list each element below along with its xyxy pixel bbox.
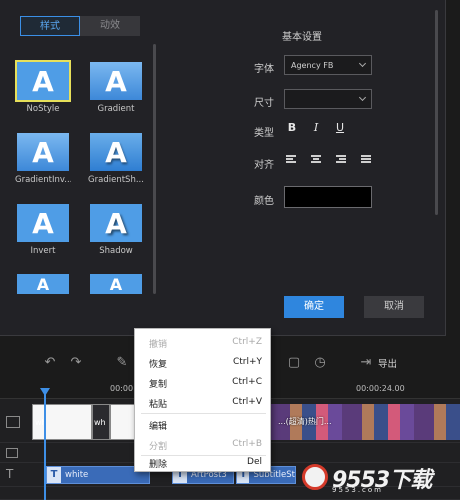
- style-item-gradient[interactable]: A Gradient: [88, 62, 144, 114]
- align-justify-icon[interactable]: [361, 155, 371, 165]
- size-label: 尺寸: [254, 98, 274, 109]
- menu-item-shortcut: Ctrl+Z: [232, 337, 262, 347]
- text-style-dialog: 样式 动效 A NoStyle A Gradient A GradientInv…: [0, 0, 446, 336]
- undo-icon[interactable]: ↶: [42, 355, 58, 371]
- menu-item-label: 复制: [149, 380, 168, 390]
- menu-item-copy[interactable]: 复制 Ctrl+C: [135, 373, 270, 391]
- text-track-icon: T: [6, 467, 14, 481]
- style-tabs: 样式 动效: [20, 16, 140, 36]
- style-item-invert[interactable]: A Invert: [15, 204, 71, 256]
- style-item-partial[interactable]: A: [88, 274, 144, 294]
- color-picker[interactable]: [284, 186, 372, 208]
- align-label: 对齐: [254, 160, 274, 171]
- settings-title: 基本设置: [282, 32, 322, 43]
- menu-item-shortcut: Ctrl+B: [232, 439, 262, 449]
- style-label: Gradient: [97, 104, 135, 114]
- style-label: NoStyle: [26, 104, 60, 114]
- menu-item-label: 粘贴: [149, 400, 168, 410]
- style-item-shadow[interactable]: A Shadow: [88, 204, 144, 256]
- video-clip-label: wh: [94, 418, 106, 427]
- edit-icon[interactable]: ✎: [114, 355, 130, 371]
- menu-item-shortcut: Ctrl+C: [232, 377, 262, 387]
- align-right-icon[interactable]: [336, 155, 346, 165]
- menu-item-label: 删除: [149, 460, 168, 470]
- style-thumb: A: [17, 133, 69, 171]
- menu-item-label: 恢复: [149, 360, 168, 370]
- watermark-subtext: 9553.com: [332, 486, 383, 494]
- confirm-button[interactable]: 确定: [284, 296, 344, 318]
- bold-button[interactable]: B: [285, 121, 299, 135]
- video-track-icon: [6, 416, 20, 428]
- menu-separator: [141, 413, 266, 414]
- style-panel: 样式 动效 A NoStyle A Gradient A GradientInv…: [0, 0, 160, 336]
- style-label: GradientInv...: [15, 175, 71, 185]
- color-label: 颜色: [254, 196, 274, 207]
- style-item-gradient-invert[interactable]: A GradientInv...: [15, 133, 71, 185]
- style-thumb: A: [90, 274, 142, 294]
- timecode-mark: 00:00:24.00: [356, 384, 405, 393]
- type-label: 类型: [254, 128, 274, 139]
- menu-item-redo[interactable]: 恢复 Ctrl+Y: [135, 353, 270, 371]
- chevron-down-icon: [358, 93, 367, 102]
- site-watermark: 9553下载 9553.com: [302, 458, 458, 498]
- menu-item-label: 分割: [149, 442, 168, 452]
- tab-style[interactable]: 样式: [20, 16, 80, 36]
- playhead[interactable]: [44, 392, 46, 500]
- cancel-button[interactable]: 取消: [364, 296, 424, 318]
- menu-item-label: 编辑: [149, 422, 168, 432]
- audio-track-icon: [6, 448, 18, 458]
- italic-button[interactable]: I: [309, 121, 323, 135]
- tab-animation[interactable]: 动效: [80, 16, 140, 36]
- style-thumb: A: [15, 60, 71, 102]
- menu-item-split[interactable]: 分割 Ctrl+B: [135, 435, 270, 453]
- font-select[interactable]: Agency FB: [284, 55, 372, 75]
- menu-item-paste[interactable]: 粘贴 Ctrl+V: [135, 393, 270, 411]
- align-left-icon[interactable]: [286, 155, 296, 165]
- underline-button[interactable]: U: [333, 121, 347, 135]
- style-label: Invert: [30, 246, 56, 256]
- style-thumb: A: [17, 274, 69, 294]
- font-select-value: Agency FB: [291, 60, 334, 70]
- redo-icon[interactable]: ↷: [68, 355, 84, 371]
- export-button[interactable]: 导出: [378, 356, 397, 370]
- style-label: GradientSh...: [88, 175, 144, 185]
- style-item-partial[interactable]: A: [15, 274, 71, 294]
- menu-item-shortcut: Del: [247, 457, 262, 467]
- chevron-down-icon: [358, 59, 367, 68]
- export-icon[interactable]: ⇥: [358, 355, 374, 371]
- style-thumb: A: [17, 204, 69, 242]
- style-thumb: A: [90, 133, 142, 171]
- crop-icon[interactable]: ▢: [286, 355, 302, 371]
- context-menu: 撤销 Ctrl+Z 恢复 Ctrl+Y 复制 Ctrl+C 粘贴 Ctrl+V …: [134, 328, 271, 472]
- settings-scrollbar[interactable]: [435, 10, 438, 215]
- font-label: 字体: [254, 64, 274, 75]
- text-clip-icon: T: [47, 467, 61, 483]
- align-center-icon[interactable]: [311, 155, 321, 165]
- style-label: Shadow: [99, 246, 133, 256]
- style-thumb: A: [90, 204, 142, 242]
- menu-item-label: 撤销: [149, 340, 168, 350]
- menu-item-delete[interactable]: 删除 Del: [135, 453, 270, 471]
- style-list-scrollbar[interactable]: [153, 44, 156, 294]
- video-clip-caption: ...(超清)热门...: [278, 417, 332, 426]
- style-item-gradient-shadow[interactable]: A GradientSh...: [88, 133, 144, 185]
- menu-item-shortcut: Ctrl+V: [232, 397, 262, 407]
- timecode-start: 00:00: [110, 384, 134, 393]
- size-select[interactable]: [284, 89, 372, 109]
- style-item-nostyle[interactable]: A NoStyle: [15, 60, 71, 114]
- menu-item-shortcut: Ctrl+Y: [232, 357, 262, 367]
- watermark-logo-icon: [302, 464, 328, 490]
- style-thumb: A: [90, 62, 142, 100]
- text-clip-label: white: [65, 470, 89, 480]
- menu-item-undo[interactable]: 撤销 Ctrl+Z: [135, 333, 270, 351]
- menu-item-edit[interactable]: 编辑: [135, 415, 270, 433]
- timer-icon[interactable]: ◷: [312, 355, 328, 371]
